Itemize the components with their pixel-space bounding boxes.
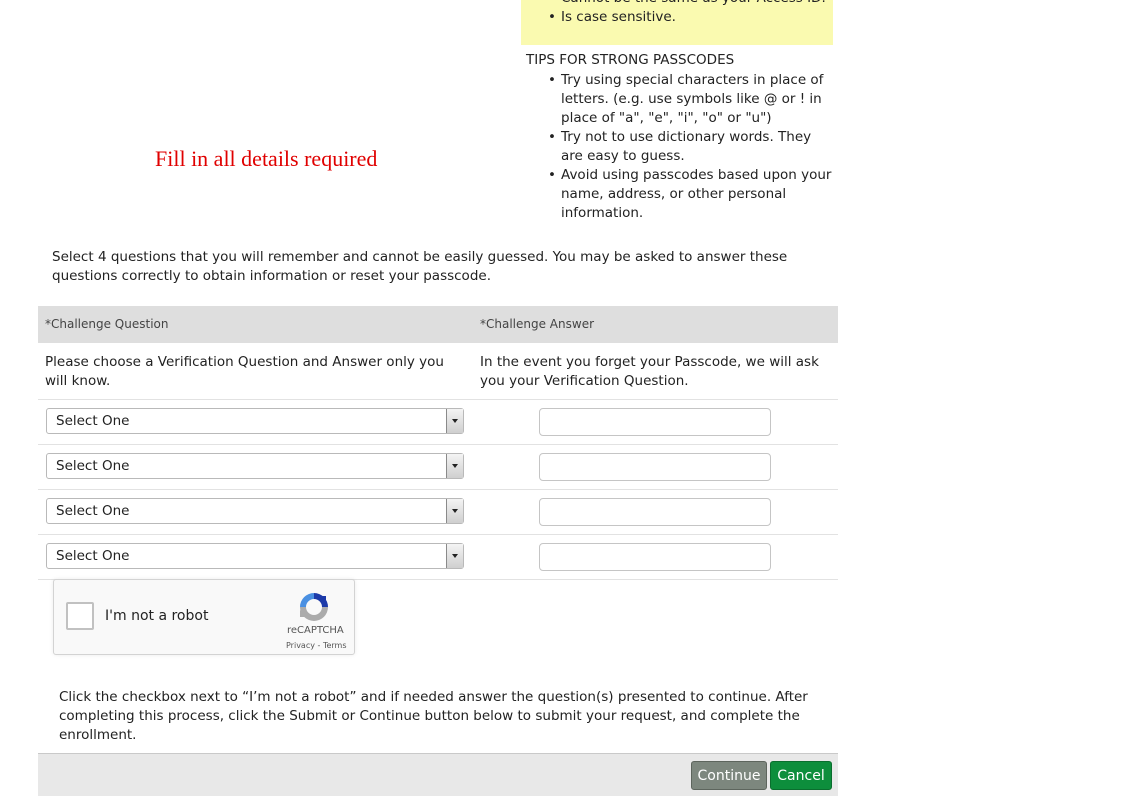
recaptcha-privacy-terms-link[interactable]: Privacy - Terms [286, 641, 347, 650]
form-footer: Continue Cancel [38, 753, 838, 796]
challenge-answer-input-3[interactable] [539, 498, 771, 526]
captcha-help-text: Click the checkbox next to “I’m not a ro… [59, 689, 808, 743]
select-value: Select One [56, 413, 130, 429]
passcode-requirements-box: Cannot be the same as your Access ID. Is… [521, 0, 833, 45]
select-value: Select One [56, 503, 130, 519]
chevron-down-icon[interactable] [446, 544, 463, 568]
table-hint-row: Please choose a Verification Question an… [38, 343, 838, 400]
tips-list: Try using special characters in place of… [548, 71, 833, 223]
fill-details-warning: Fill in all details required [155, 146, 378, 171]
recaptcha-logo-icon [300, 593, 328, 621]
tips-title: TIPS FOR STRONG PASSCODES [526, 52, 735, 68]
recaptcha-checkbox[interactable] [66, 602, 94, 630]
requirement-item: Cannot be the same as your Access ID. [548, 0, 826, 8]
recaptcha-widget: I'm not a robot reCAPTCHA Privacy - Term… [53, 579, 355, 655]
continue-button[interactable]: Continue [691, 761, 767, 790]
select-value: Select One [56, 458, 130, 474]
challenge-question-select-3[interactable]: Select One [46, 498, 464, 524]
challenge-question-select-1[interactable]: Select One [46, 408, 464, 434]
tip-item: Try using special characters in place of… [548, 71, 833, 128]
requirement-item: Is case sensitive. [548, 8, 676, 27]
challenge-answer-input-1[interactable] [539, 408, 771, 436]
question-hint: Please choose a Verification Question an… [45, 354, 444, 389]
table-header: *Challenge Question *Challenge Answer [38, 306, 838, 343]
select-value: Select One [56, 548, 130, 564]
challenge-answer-input-4[interactable] [539, 543, 771, 571]
answer-hint: In the event you forget your Passcode, w… [480, 354, 819, 389]
cancel-button[interactable]: Cancel [770, 761, 832, 790]
tip-item: Try not to use dictionary words. They ar… [548, 128, 833, 166]
chevron-down-icon[interactable] [446, 499, 463, 523]
table-row: Select One [38, 490, 838, 535]
challenge-question-table: *Challenge Question *Challenge Answer Pl… [38, 306, 838, 580]
challenge-instructions: Select 4 questions that you will remembe… [52, 249, 788, 284]
table-row: Select One [38, 535, 838, 580]
table-row: Select One [38, 400, 838, 445]
tip-item: Avoid using passcodes based upon your na… [548, 166, 833, 223]
challenge-question-select-2[interactable]: Select One [46, 453, 464, 479]
table-row: Select One [38, 445, 838, 490]
chevron-down-icon[interactable] [446, 454, 463, 478]
recaptcha-label: I'm not a robot [105, 608, 209, 624]
recaptcha-brand: reCAPTCHA [287, 625, 344, 636]
challenge-answer-input-2[interactable] [539, 453, 771, 481]
chevron-down-icon[interactable] [446, 409, 463, 433]
challenge-question-select-4[interactable]: Select One [46, 543, 464, 569]
challenge-question-header: *Challenge Question [45, 317, 169, 331]
challenge-answer-header: *Challenge Answer [480, 317, 595, 331]
